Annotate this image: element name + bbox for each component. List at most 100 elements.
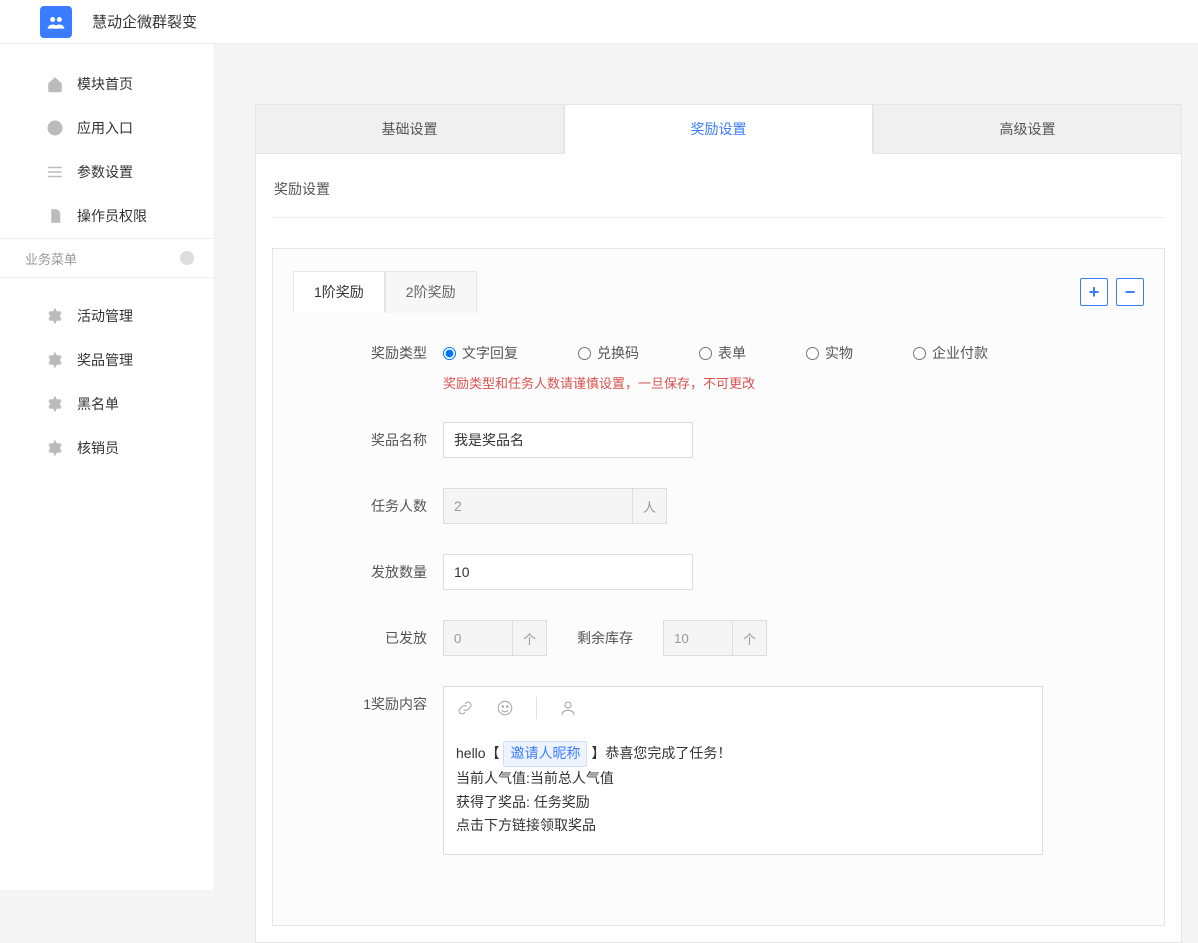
sidebar-item-label: 黑名单 xyxy=(77,394,119,414)
home-icon xyxy=(45,74,65,94)
panel-title: 奖励设置 xyxy=(274,179,1165,199)
add-level-button[interactable]: + xyxy=(1080,278,1108,306)
tab-label: 高级设置 xyxy=(1000,119,1056,139)
radio-input[interactable] xyxy=(806,347,819,360)
radio-input[interactable] xyxy=(443,347,456,360)
issue-qty-input[interactable] xyxy=(443,554,693,590)
task-count-input[interactable] xyxy=(443,488,633,524)
chat-icon xyxy=(45,118,65,138)
main-tabs: 基础设置 奖励设置 高级设置 xyxy=(255,104,1182,154)
level-tab-2[interactable]: 2阶奖励 xyxy=(385,271,477,313)
editor-toolbar xyxy=(444,687,1042,729)
gear-icon xyxy=(45,394,65,414)
tab-label: 基础设置 xyxy=(382,119,438,139)
sidebar-item-label: 核销员 xyxy=(77,438,119,458)
reward-type-label: 奖励类型 xyxy=(293,343,443,363)
radio-input[interactable] xyxy=(699,347,712,360)
tab-label: 奖励设置 xyxy=(691,119,747,139)
sidebar-item-label: 参数设置 xyxy=(77,162,133,182)
radio-input[interactable] xyxy=(578,347,591,360)
sidebar-item-activity[interactable]: 活动管理 xyxy=(0,294,214,338)
radio-text-reply[interactable]: 文字回复 xyxy=(443,343,518,363)
reward-level-box: 1阶奖励 2阶奖励 + − 奖励类型 xyxy=(272,248,1165,926)
sidebar-item-home[interactable]: 模块首页 xyxy=(0,62,214,106)
document-icon xyxy=(45,206,65,226)
issued-input xyxy=(443,620,513,656)
radio-label: 实物 xyxy=(825,343,853,363)
prize-name-label: 奖品名称 xyxy=(293,430,443,450)
radio-label: 文字回复 xyxy=(462,343,518,363)
level-tab-1[interactable]: 1阶奖励 xyxy=(293,271,385,313)
gear-icon xyxy=(45,350,65,370)
radio-corp-pay[interactable]: 企业付款 xyxy=(913,343,988,363)
level-tab-label: 2阶奖励 xyxy=(406,284,456,300)
row-issue-qty: 发放数量 xyxy=(293,554,1144,590)
row-prize-name: 奖品名称 xyxy=(293,422,1144,458)
inviter-name-tag[interactable]: 邀请人昵称 xyxy=(503,741,587,767)
collapse-icon[interactable] xyxy=(180,251,194,265)
task-count-label: 任务人数 xyxy=(293,496,443,516)
row-reward-content: 1奖励内容 xyxy=(293,686,1144,855)
sidebar-item-label: 活动管理 xyxy=(77,306,133,326)
sidebar-section-header: 业务菜单 xyxy=(0,238,214,278)
sidebar-item-verifier[interactable]: 核销员 xyxy=(0,426,214,470)
app-title: 慧动企微群裂变 xyxy=(92,11,197,32)
content-editor: hello【 邀请人昵称 】恭喜您完成了任务！ 当前人气值:当前总人气值 获得了… xyxy=(443,686,1043,855)
sidebar-item-label: 奖品管理 xyxy=(77,350,133,370)
sidebar-section-label: 业务菜单 xyxy=(25,249,77,268)
stock-input xyxy=(663,620,733,656)
editor-body[interactable]: hello【 邀请人昵称 】恭喜您完成了任务！ 当前人气值:当前总人气值 获得了… xyxy=(444,729,1042,854)
content-label: 1奖励内容 xyxy=(293,686,443,714)
stock-unit: 个 xyxy=(733,620,767,656)
emoji-icon[interactable] xyxy=(496,699,514,717)
divider xyxy=(272,217,1165,218)
task-count-unit: 人 xyxy=(633,488,667,524)
panel: 奖励设置 1阶奖励 2阶奖励 + − xyxy=(255,154,1182,943)
list-icon xyxy=(45,162,65,182)
tab-reward[interactable]: 奖励设置 xyxy=(564,104,873,154)
radio-input[interactable] xyxy=(913,347,926,360)
issued-unit: 个 xyxy=(513,620,547,656)
sidebar-item-operators[interactable]: 操作员权限 xyxy=(0,194,214,238)
radio-physical[interactable]: 实物 xyxy=(806,343,853,363)
main-content: 基础设置 奖励设置 高级设置 奖励设置 1阶奖励 2阶奖励 xyxy=(215,44,1198,890)
row-issued-stock: 已发放 个 剩余库存 个 xyxy=(293,620,1144,656)
toolbar-separator xyxy=(536,697,537,719)
tab-basic[interactable]: 基础设置 xyxy=(255,104,564,154)
user-icon[interactable] xyxy=(559,699,577,717)
content-line2: 当前人气值:当前总人气值 xyxy=(456,767,1030,791)
sidebar-item-label: 应用入口 xyxy=(77,118,133,138)
radio-label: 兑换码 xyxy=(597,343,639,363)
level-tab-label: 1阶奖励 xyxy=(314,284,364,300)
tab-advanced[interactable]: 高级设置 xyxy=(873,104,1182,154)
issue-qty-label: 发放数量 xyxy=(293,562,443,582)
remove-level-button[interactable]: − xyxy=(1116,278,1144,306)
reward-type-warning: 奖励类型和任务人数请谨慎设置，一旦保存，不可更改 xyxy=(443,373,1144,392)
sidebar: 模块首页 应用入口 参数设置 操作员权限 业务菜单 xyxy=(0,44,215,890)
radio-label: 表单 xyxy=(718,343,746,363)
stock-label: 剩余库存 xyxy=(577,628,633,648)
sidebar-item-label: 操作员权限 xyxy=(77,206,147,226)
radio-form[interactable]: 表单 xyxy=(699,343,746,363)
content-line4: 点击下方链接领取奖品 xyxy=(456,814,1030,838)
sidebar-item-blacklist[interactable]: 黑名单 xyxy=(0,382,214,426)
row-task-count: 任务人数 人 xyxy=(293,488,1144,524)
sidebar-item-params[interactable]: 参数设置 xyxy=(0,150,214,194)
radio-redeem-code[interactable]: 兑换码 xyxy=(578,343,639,363)
content-line1-suffix: 】恭喜您完成了任务！ xyxy=(591,745,731,761)
app-logo xyxy=(40,6,72,38)
sidebar-item-app-entry[interactable]: 应用入口 xyxy=(0,106,214,150)
prize-name-input[interactable] xyxy=(443,422,693,458)
content-line1-prefix: hello【 xyxy=(456,745,500,761)
topbar: 慧动企微群裂变 xyxy=(0,0,1198,44)
gear-icon xyxy=(45,438,65,458)
row-reward-type: 奖励类型 文字回复 兑换码 表单 xyxy=(293,343,1144,363)
sidebar-item-label: 模块首页 xyxy=(77,74,133,94)
gear-icon xyxy=(45,306,65,326)
sidebar-item-prizes[interactable]: 奖品管理 xyxy=(0,338,214,382)
level-tabs: 1阶奖励 2阶奖励 xyxy=(293,271,477,313)
link-icon[interactable] xyxy=(456,699,474,717)
content-line3: 获得了奖品: 任务奖励 xyxy=(456,791,1030,815)
issued-label: 已发放 xyxy=(293,628,443,648)
radio-label: 企业付款 xyxy=(932,343,988,363)
